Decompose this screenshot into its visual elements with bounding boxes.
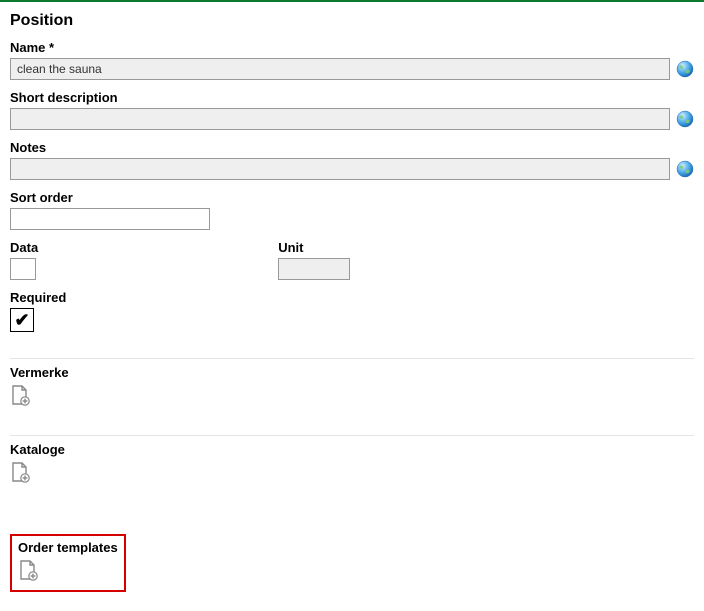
field-required: Required ✔	[10, 290, 694, 332]
label-vermerke: Vermerke	[10, 365, 694, 380]
required-checkbox[interactable]: ✔	[10, 308, 34, 332]
sort-order-input[interactable]	[10, 208, 210, 230]
field-name: Name *	[10, 40, 694, 80]
subsection-kataloge: Kataloge	[10, 442, 694, 486]
globe-icon[interactable]	[676, 160, 694, 178]
divider	[10, 358, 694, 359]
document-add-icon[interactable]	[18, 559, 38, 581]
globe-icon[interactable]	[676, 110, 694, 128]
field-short-description: Short description	[10, 90, 694, 130]
field-sort-order: Sort order	[10, 190, 694, 230]
document-add-icon[interactable]	[10, 461, 30, 483]
label-kataloge: Kataloge	[10, 442, 694, 457]
name-input[interactable]	[10, 58, 670, 80]
subsection-vermerke: Vermerke	[10, 365, 694, 409]
label-data: Data	[10, 240, 38, 255]
checkmark-icon: ✔	[14, 311, 29, 329]
divider	[10, 435, 694, 436]
label-required: Required	[10, 290, 694, 305]
label-name: Name *	[10, 40, 694, 55]
subsection-order-templates-highlighted: Order templates	[10, 534, 126, 592]
notes-input[interactable]	[10, 158, 670, 180]
label-unit: Unit	[278, 240, 350, 255]
field-unit: Unit	[278, 240, 350, 280]
label-order-templates: Order templates	[18, 540, 118, 555]
data-input[interactable]	[10, 258, 36, 280]
document-add-icon[interactable]	[10, 384, 30, 406]
field-data: Data	[10, 240, 38, 280]
label-notes: Notes	[10, 140, 694, 155]
section-title: Position	[10, 12, 694, 30]
globe-icon[interactable]	[676, 60, 694, 78]
short-description-input[interactable]	[10, 108, 670, 130]
label-short-description: Short description	[10, 90, 694, 105]
field-notes: Notes	[10, 140, 694, 180]
unit-input[interactable]	[278, 258, 350, 280]
position-form: Position Name *	[0, 2, 704, 602]
label-sort-order: Sort order	[10, 190, 694, 205]
